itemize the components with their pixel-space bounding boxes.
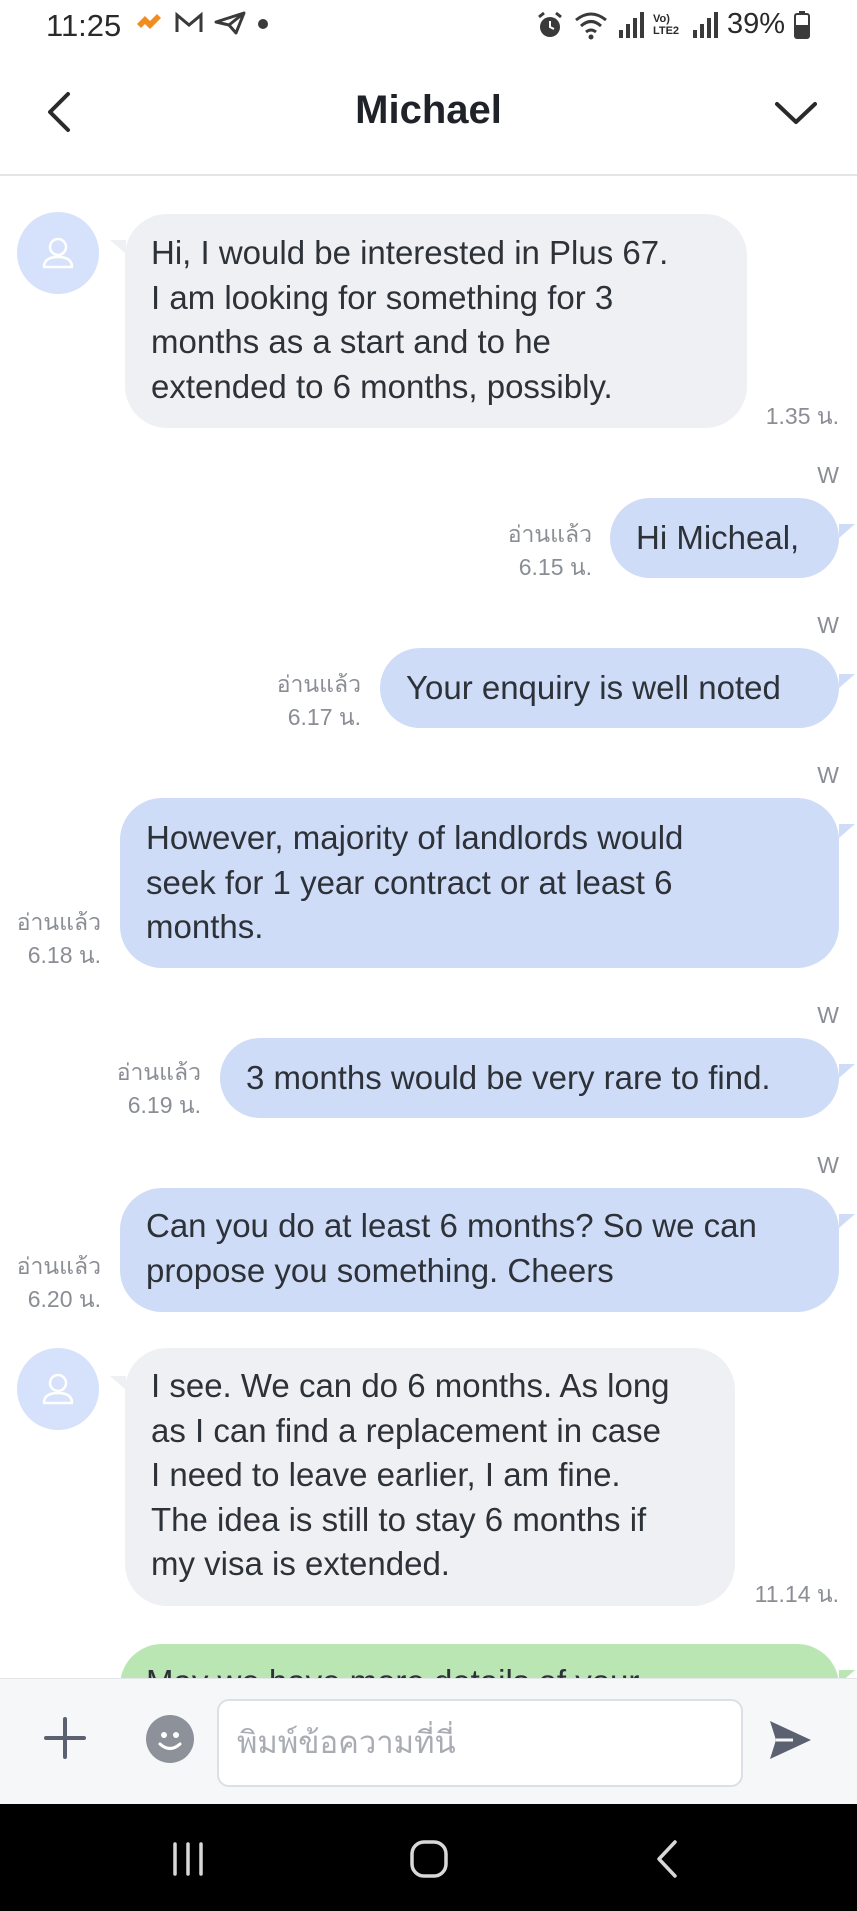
plus-icon[interactable] (42, 1715, 88, 1761)
status-time: 11:25 (46, 8, 122, 43)
recent-apps-icon[interactable] (163, 1834, 213, 1884)
emoji-icon[interactable] (146, 1715, 194, 1763)
signal-2-icon (692, 11, 718, 38)
message-line: months as a start and to he (151, 323, 551, 360)
chat-title: Michael (355, 88, 502, 132)
bubble-tail (839, 1214, 855, 1228)
message-time: 6.19 น. (127, 1092, 201, 1118)
bubble-tail (839, 524, 855, 538)
message-line: I see. We can do 6 months. As long (151, 1367, 670, 1404)
message-line: Hi Micheal, (636, 519, 800, 556)
alarm-icon (538, 11, 562, 37)
message-line: my visa is extended. (151, 1545, 450, 1582)
message-bubble-incoming[interactable]: Hi, I would be interested in Plus 67. I … (125, 214, 747, 428)
message-line: as I can find a replacement in case (151, 1411, 661, 1449)
user-icon (42, 237, 74, 269)
message-status: อ่านแล้ว 6.18 น. (17, 906, 101, 972)
message-bubble-outgoing[interactable]: However, majority of landlords would see… (120, 798, 839, 968)
chat-messages[interactable]: Hi, I would be interested in Plus 67. I … (0, 178, 857, 1678)
system-indicators: Vo) LTE2 39% (535, 8, 811, 41)
message-status: อ่านแล้ว 6.20 น. (17, 1250, 101, 1316)
notification-icons (134, 10, 270, 36)
battery-percentage: 39% (726, 8, 785, 40)
back-nav-icon[interactable] (643, 1834, 693, 1884)
dot-icon (258, 19, 268, 29)
smiley-face-icon (158, 1732, 182, 1750)
status-bar: 11:25 Vo) LTE2 39% (0, 0, 857, 52)
message-input-bar (0, 1678, 857, 1804)
message-line: I need to leave earlier, I am fine. (151, 1456, 621, 1493)
message-line: I am looking for something for 3 (151, 278, 614, 316)
message-line: 3 months would be very rare to find. (246, 1059, 771, 1096)
message-time: 11.14 น. (754, 1581, 839, 1607)
sender-initial: W (817, 612, 839, 638)
message-line: months. (146, 908, 264, 945)
bubble-tail (839, 1064, 855, 1078)
message-line: However, majority of landlords would (146, 819, 684, 856)
wifi-icon (575, 12, 607, 39)
message-bubble-outgoing[interactable]: May we have more details of your (120, 1644, 839, 1678)
sender-initial: W (817, 462, 839, 488)
read-receipt: อ่านแล้ว (116, 1059, 201, 1085)
message-line: Can you do at least 6 months? So we can (146, 1207, 757, 1244)
bubble-tail (839, 1670, 855, 1678)
message-time: 6.18 น. (27, 942, 101, 968)
message-time: 6.20 น. (27, 1286, 101, 1312)
bubble-tail (110, 1376, 126, 1390)
sender-initial: W (817, 1002, 839, 1028)
system-navigation-bar (0, 1804, 857, 1911)
gmail-icon (175, 11, 203, 32)
message-line: propose you something. Cheers (146, 1251, 614, 1289)
message-line: Your enquiry is well noted (406, 669, 781, 706)
message-line: May we have more details of your (146, 1660, 813, 1678)
battery-icon (794, 10, 810, 39)
telegram-icon (214, 11, 246, 35)
contact-avatar[interactable] (17, 1348, 99, 1430)
read-receipt: อ่านแล้ว (16, 909, 101, 935)
signal-icon (618, 11, 644, 38)
message-bubble-outgoing[interactable]: Can you do at least 6 months? So we can … (120, 1188, 839, 1312)
sender-initial: W (817, 1152, 839, 1178)
contact-avatar[interactable] (17, 212, 99, 294)
home-icon[interactable] (404, 1834, 454, 1884)
message-time: 6.15 น. (518, 554, 592, 580)
message-bubble-incoming[interactable]: I see. We can do 6 months. As long as I … (125, 1348, 735, 1606)
read-receipt: อ่านแล้ว (16, 1253, 101, 1279)
message-bubble-outgoing[interactable]: 3 months would be very rare to find. (220, 1038, 839, 1118)
volte-label: Vo) LTE2 (652, 12, 680, 37)
message-line: Hi, I would be interested in Plus 67. (151, 234, 669, 271)
user-icon (42, 1373, 74, 1405)
bubble-tail (839, 824, 855, 838)
message-bubble-outgoing[interactable]: Hi Micheal, (610, 498, 839, 578)
message-status: อ่านแล้ว 6.17 น. (277, 668, 361, 734)
app-notification-icon (137, 14, 161, 29)
sender-initial: W (817, 762, 839, 788)
send-icon[interactable] (765, 1715, 815, 1765)
message-line: extended to 6 months, possibly. (151, 367, 613, 405)
message-line: The idea is still to stay 6 months if (151, 1500, 647, 1538)
message-status: อ่านแล้ว 6.19 น. (117, 1056, 201, 1122)
message-time: 1.35 น. (765, 403, 839, 429)
message-bubble-outgoing[interactable]: Your enquiry is well noted (380, 648, 839, 728)
chevron-down-icon[interactable] (769, 86, 823, 140)
bubble-tail (839, 674, 855, 688)
read-receipt: อ่านแล้ว (276, 671, 361, 697)
message-status: อ่านแล้ว 6.15 น. (508, 518, 592, 584)
chat-header: Michael (0, 52, 857, 176)
message-time: 6.17 น. (287, 704, 361, 730)
read-receipt: อ่านแล้ว (507, 521, 592, 547)
message-line: seek for 1 year contract or at least 6 (146, 863, 673, 901)
message-input[interactable] (217, 1699, 743, 1787)
bubble-tail (110, 240, 126, 254)
